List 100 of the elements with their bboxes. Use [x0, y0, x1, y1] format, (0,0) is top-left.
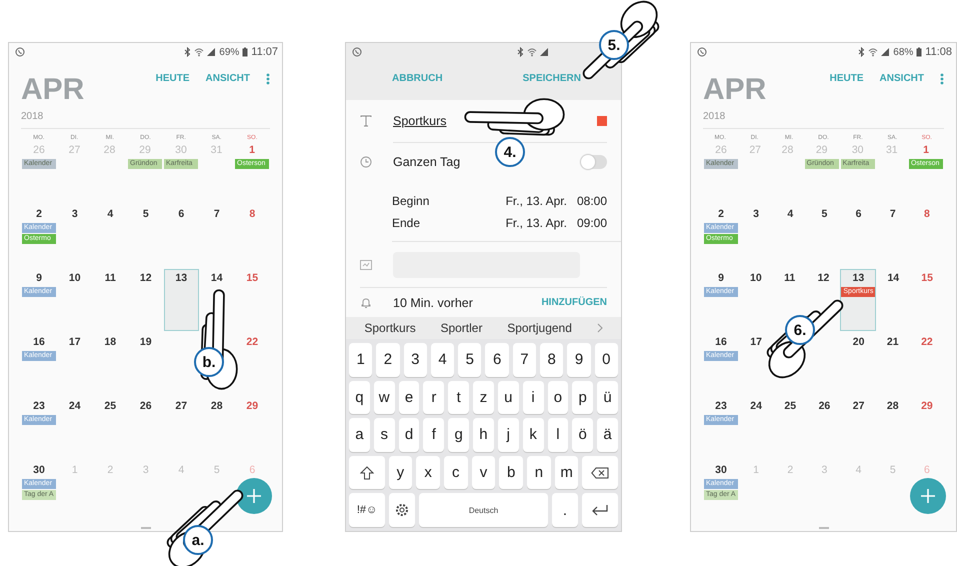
- day-cell[interactable]: 15: [234, 269, 270, 287]
- keyboard-key[interactable]: .: [552, 493, 578, 527]
- keyboard-key[interactable]: s: [374, 418, 395, 452]
- keyboard-key[interactable]: b: [499, 456, 524, 490]
- keyboard-key[interactable]: 5: [458, 343, 482, 377]
- keyboard-key[interactable]: ü: [597, 380, 618, 414]
- keyboard-key[interactable]: [389, 493, 415, 527]
- home-handle[interactable]: [818, 527, 828, 529]
- day-cell[interactable]: 6: [842, 205, 876, 223]
- word-suggestion[interactable]: Sportjugend: [507, 321, 572, 335]
- keyboard-key[interactable]: t: [448, 380, 470, 414]
- day-cell[interactable]: 13: [164, 269, 199, 331]
- day-cell[interactable]: 29: [910, 397, 944, 415]
- title-field[interactable]: Sportkurs: [393, 114, 446, 128]
- day-cell[interactable]: 10: [739, 269, 773, 287]
- keyboard-key[interactable]: g: [448, 418, 470, 452]
- color-swatch[interactable]: [597, 116, 607, 126]
- keyboard-key[interactable]: l: [548, 418, 568, 452]
- day-cell[interactable]: 6: [164, 205, 199, 223]
- home-handle[interactable]: [140, 527, 150, 529]
- day-cell[interactable]: 14: [876, 269, 910, 287]
- day-cell[interactable]: 27: [842, 397, 876, 415]
- keyboard-key[interactable]: w: [374, 380, 395, 414]
- time-value[interactable]: 08:00: [576, 194, 607, 208]
- keyboard-key[interactable]: [349, 456, 385, 490]
- word-suggestion[interactable]: Sportkurs: [364, 321, 416, 335]
- keyboard-key[interactable]: o: [548, 380, 568, 414]
- keyboard-key[interactable]: 1: [349, 343, 372, 377]
- keyboard-key[interactable]: a: [349, 418, 370, 452]
- keyboard-key[interactable]: [582, 456, 618, 490]
- keyboard-key[interactable]: f: [423, 418, 444, 452]
- keyboard-key[interactable]: h: [473, 418, 494, 452]
- keyboard-key[interactable]: m: [554, 456, 578, 490]
- day-cell[interactable]: 26: [807, 397, 842, 415]
- day-cell[interactable]: 25: [773, 397, 808, 415]
- keyboard-key[interactable]: j: [498, 418, 519, 452]
- keyboard-key[interactable]: 0: [594, 343, 618, 377]
- date-value[interactable]: Fr., 13. Apr.: [506, 194, 567, 208]
- day-cell[interactable]: 24: [739, 397, 774, 415]
- keyboard-key[interactable]: 9: [567, 343, 591, 377]
- space-key[interactable]: Deutsch: [418, 493, 548, 527]
- keyboard-key[interactable]: r: [423, 380, 444, 414]
- day-cell[interactable]: 15: [910, 269, 944, 287]
- keyboard-key[interactable]: k: [522, 418, 544, 452]
- day-cell[interactable]: 24: [57, 397, 92, 415]
- day-cell[interactable]: 12: [128, 269, 164, 287]
- keyboard-key[interactable]: z: [473, 380, 494, 414]
- day-cell[interactable]: 7: [199, 205, 234, 223]
- add-button[interactable]: [236, 478, 272, 514]
- all-day-toggle[interactable]: [581, 155, 607, 169]
- day-cell[interactable]: 14: [199, 269, 234, 287]
- day-cell[interactable]: 3: [57, 205, 92, 223]
- day-cell[interactable]: 11: [92, 269, 128, 287]
- keyboard-key[interactable]: ä: [597, 418, 618, 452]
- keyboard-key[interactable]: i: [522, 380, 544, 414]
- keyboard-key[interactable]: 8: [540, 343, 564, 377]
- keyboard-key[interactable]: p: [572, 380, 594, 414]
- day-cell[interactable]: 8: [234, 205, 270, 223]
- keyboard-key[interactable]: 7: [512, 343, 536, 377]
- day-cell[interactable]: 20: [842, 333, 876, 351]
- day-cell[interactable]: 4: [92, 205, 128, 223]
- keyboard-key[interactable]: u: [498, 380, 519, 414]
- day-cell[interactable]: 22: [910, 333, 944, 351]
- date-value[interactable]: Fr., 13. Apr.: [506, 216, 567, 230]
- day-cell[interactable]: 22: [234, 333, 270, 351]
- chevron-right-icon[interactable]: [596, 323, 603, 333]
- more-icon[interactable]: [266, 73, 270, 85]
- day-cell[interactable]: 3: [739, 205, 774, 223]
- keyboard-key[interactable]: 6: [485, 343, 509, 377]
- keyboard-key[interactable]: d: [398, 418, 420, 452]
- day-cell[interactable]: 4: [773, 205, 808, 223]
- keyboard-key[interactable]: x: [416, 456, 440, 490]
- keyboard-key[interactable]: 2: [376, 343, 400, 377]
- keyboard-key[interactable]: n: [527, 456, 551, 490]
- day-cell[interactable]: 21: [876, 333, 910, 351]
- day-cell[interactable]: 27: [164, 397, 199, 415]
- day-cell[interactable]: 11: [772, 269, 807, 287]
- keyboard-key[interactable]: c: [444, 456, 468, 490]
- day-cell[interactable]: 29: [234, 397, 270, 415]
- day-cell[interactable]: 28: [876, 397, 910, 415]
- keyboard-key[interactable]: [582, 493, 618, 527]
- keyboard-key[interactable]: 4: [430, 343, 454, 377]
- day-cell[interactable]: 10: [57, 269, 92, 287]
- more-icon[interactable]: [940, 73, 944, 85]
- day-cell[interactable]: 5: [807, 205, 842, 223]
- keyboard-key[interactable]: e: [398, 380, 420, 414]
- keyboard-key[interactable]: ö: [572, 418, 594, 452]
- day-cell[interactable]: 12: [806, 269, 840, 287]
- day-cell[interactable]: 19: [128, 333, 164, 351]
- day-cell[interactable]: 28: [199, 397, 234, 415]
- day-cell[interactable]: 17: [57, 333, 92, 351]
- day-cell[interactable]: 7: [876, 205, 910, 223]
- day-cell[interactable]: 26: [128, 397, 164, 415]
- day-cell[interactable]: 18: [92, 333, 128, 351]
- day-cell[interactable]: 17: [739, 333, 774, 351]
- keyboard-key[interactable]: 3: [404, 343, 427, 377]
- day-cell[interactable]: 5: [128, 205, 164, 223]
- keyboard-key[interactable]: q: [349, 380, 370, 414]
- keyboard-key[interactable]: y: [388, 456, 412, 490]
- keyboard-key[interactable]: v: [472, 456, 496, 490]
